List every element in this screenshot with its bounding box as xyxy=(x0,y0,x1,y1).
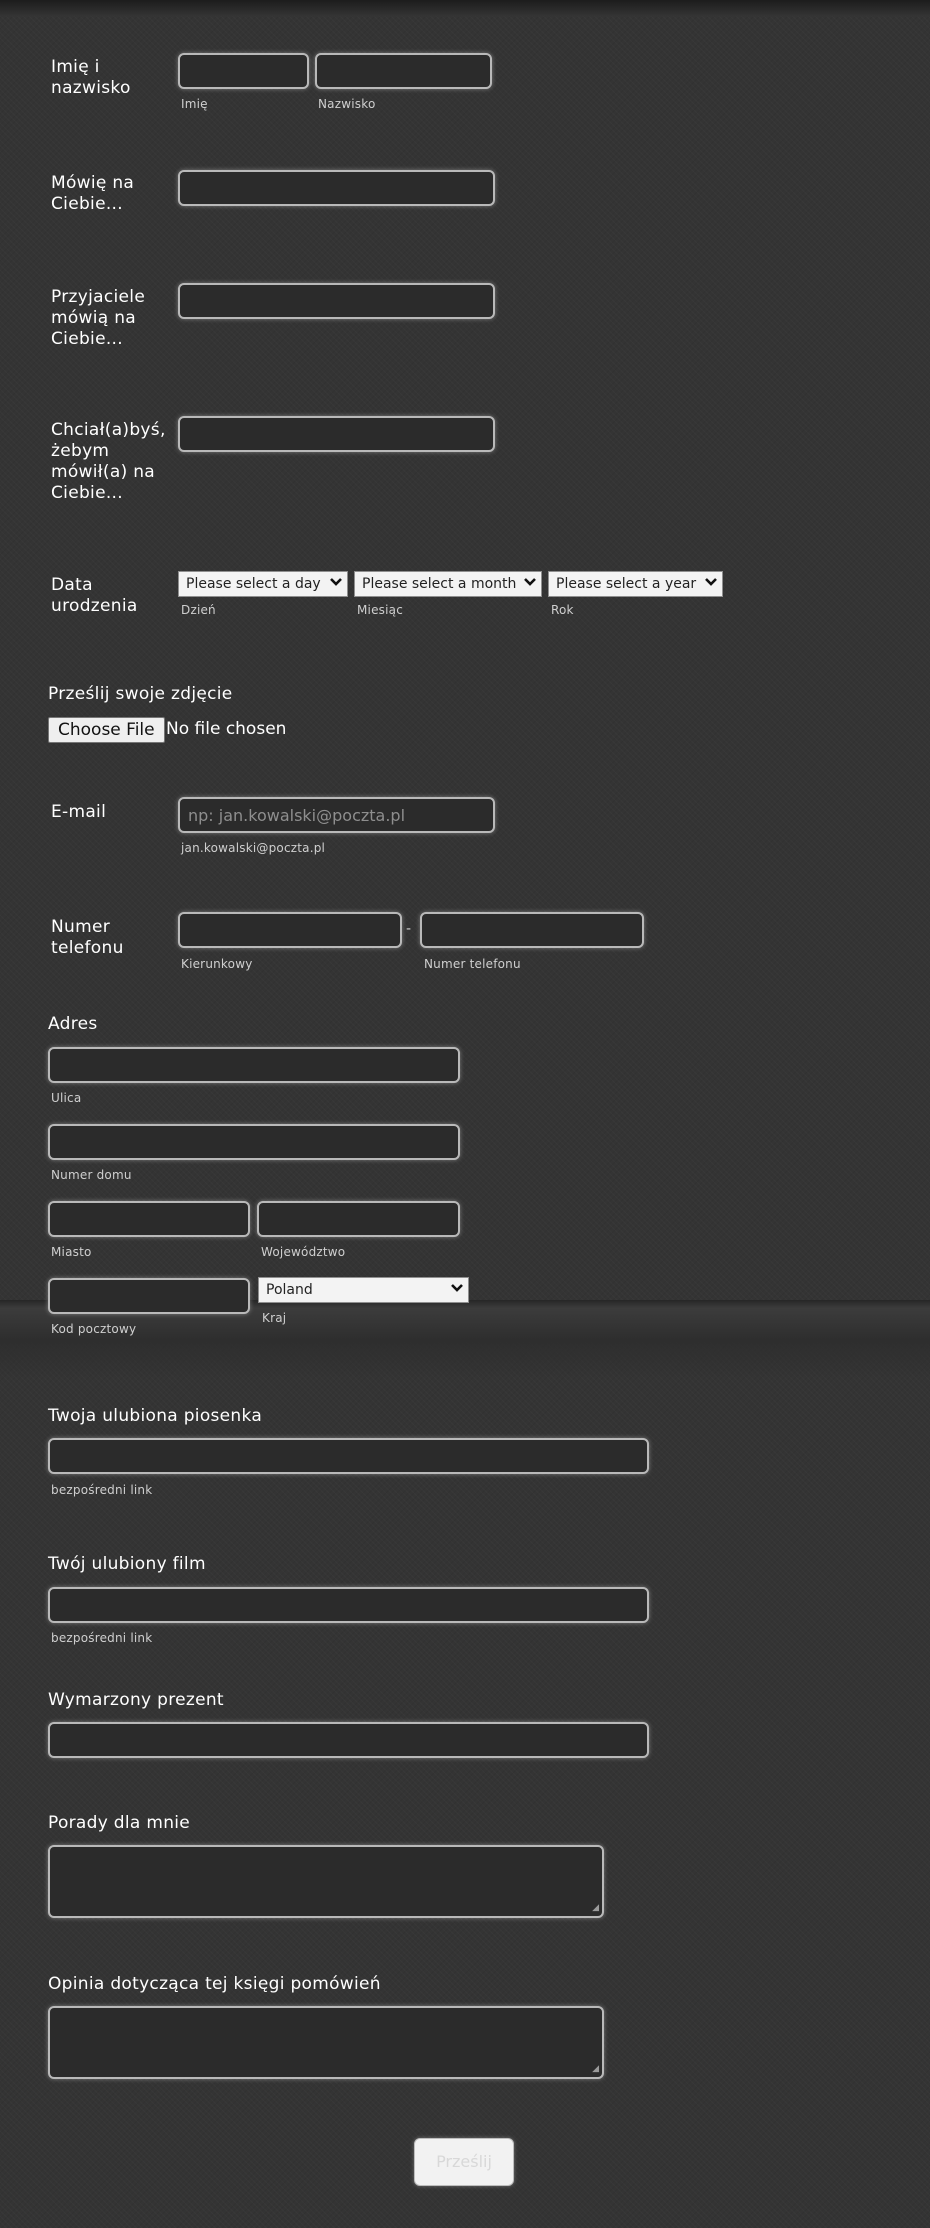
birth-year-select[interactable]: Please select a year xyxy=(548,571,723,597)
chevron-down-icon xyxy=(524,578,536,586)
dream-gift-input[interactable] xyxy=(48,1722,649,1758)
phone-area-sublabel: Kierunkowy xyxy=(181,957,253,971)
zip-code-input[interactable] xyxy=(48,1278,250,1314)
name-label: Imię i nazwisko xyxy=(51,57,131,98)
country-value: Poland xyxy=(266,1282,313,1298)
favorite-song-input[interactable] xyxy=(48,1438,649,1474)
zip-code-sublabel: Kod pocztowy xyxy=(51,1322,137,1336)
birth-year-value: Please select a year xyxy=(556,576,697,592)
last-name-input[interactable] xyxy=(315,53,492,89)
email-sublabel: jan.kowalski@poczta.pl xyxy=(181,841,326,855)
house-number-sublabel: Numer domu xyxy=(51,1168,132,1182)
birth-day-sublabel: Dzień xyxy=(181,603,216,617)
resize-grip-icon[interactable]: ◢ xyxy=(592,1904,599,1913)
favorite-song-label: Twoja ulubiona piosenka xyxy=(48,1406,263,1426)
self-nickname-label: Mówię na Ciebie... xyxy=(51,173,135,214)
birth-day-value: Please select a day xyxy=(186,576,321,592)
submit-button[interactable]: Prześlij xyxy=(414,2138,514,2186)
chevron-down-icon xyxy=(705,578,717,586)
dream-gift-label: Wymarzony prezent xyxy=(48,1690,224,1710)
opinion-textarea[interactable]: ◢ xyxy=(48,2006,604,2079)
birth-year-sublabel: Rok xyxy=(551,603,574,617)
first-name-input[interactable] xyxy=(178,53,309,89)
phone-separator: - xyxy=(406,921,412,937)
birth-month-value: Please select a month xyxy=(362,576,517,592)
favorite-film-sublabel: bezpośredni link xyxy=(51,1631,153,1645)
city-input[interactable] xyxy=(48,1201,250,1237)
street-sublabel: Ulica xyxy=(51,1091,82,1105)
birth-day-select[interactable]: Please select a day xyxy=(178,571,348,597)
chevron-down-icon xyxy=(451,1284,463,1292)
wish-nickname-label: Chciał(a)byś, żebym mówił(a) na Ciebie..… xyxy=(51,420,166,503)
chevron-down-icon xyxy=(330,578,342,586)
photo-upload-label: Prześlij swoje zdjęcie xyxy=(48,684,233,704)
first-name-sublabel: Imię xyxy=(181,97,208,111)
email-label: E-mail xyxy=(51,802,107,822)
advice-textarea[interactable]: ◢ xyxy=(48,1845,604,1918)
email-input[interactable]: np: jan.kowalski@poczta.pl xyxy=(178,797,495,833)
last-name-sublabel: Nazwisko xyxy=(318,97,376,111)
city-sublabel: Miasto xyxy=(51,1245,92,1259)
opinion-label: Opinia dotycząca tej księgi pomówień xyxy=(48,1974,381,1994)
self-nickname-input[interactable] xyxy=(178,170,495,206)
country-select[interactable]: Poland xyxy=(258,1277,469,1303)
region-input[interactable] xyxy=(257,1201,460,1237)
email-placeholder: np: jan.kowalski@poczta.pl xyxy=(188,806,406,825)
region-sublabel: Województwo xyxy=(261,1245,346,1259)
favorite-song-sublabel: bezpośredni link xyxy=(51,1483,153,1497)
wish-nickname-input[interactable] xyxy=(178,416,495,452)
phone-number-sublabel: Numer telefonu xyxy=(424,957,521,971)
favorite-film-input[interactable] xyxy=(48,1587,649,1623)
phone-label: Numer telefonu xyxy=(51,917,124,958)
birth-month-select[interactable]: Please select a month xyxy=(354,571,542,597)
friends-nickname-input[interactable] xyxy=(178,283,495,319)
choose-file-button[interactable]: Choose File xyxy=(48,717,165,743)
house-number-input[interactable] xyxy=(48,1124,460,1160)
phone-number-input[interactable] xyxy=(420,912,644,948)
birthdate-label: Data urodzenia xyxy=(51,575,138,616)
phone-area-input[interactable] xyxy=(178,912,402,948)
top-shadow-bar xyxy=(0,0,930,16)
favorite-film-label: Twój ulubiony film xyxy=(48,1554,206,1574)
file-status-text: No file chosen xyxy=(166,719,287,739)
resize-grip-icon[interactable]: ◢ xyxy=(592,2065,599,2074)
advice-label: Porady dla mnie xyxy=(48,1813,191,1833)
birth-month-sublabel: Miesiąc xyxy=(357,603,404,617)
street-input[interactable] xyxy=(48,1047,460,1083)
friends-nickname-label: Przyjaciele mówią na Ciebie... xyxy=(51,287,146,349)
country-sublabel: Kraj xyxy=(262,1311,287,1325)
address-label: Adres xyxy=(48,1014,98,1034)
